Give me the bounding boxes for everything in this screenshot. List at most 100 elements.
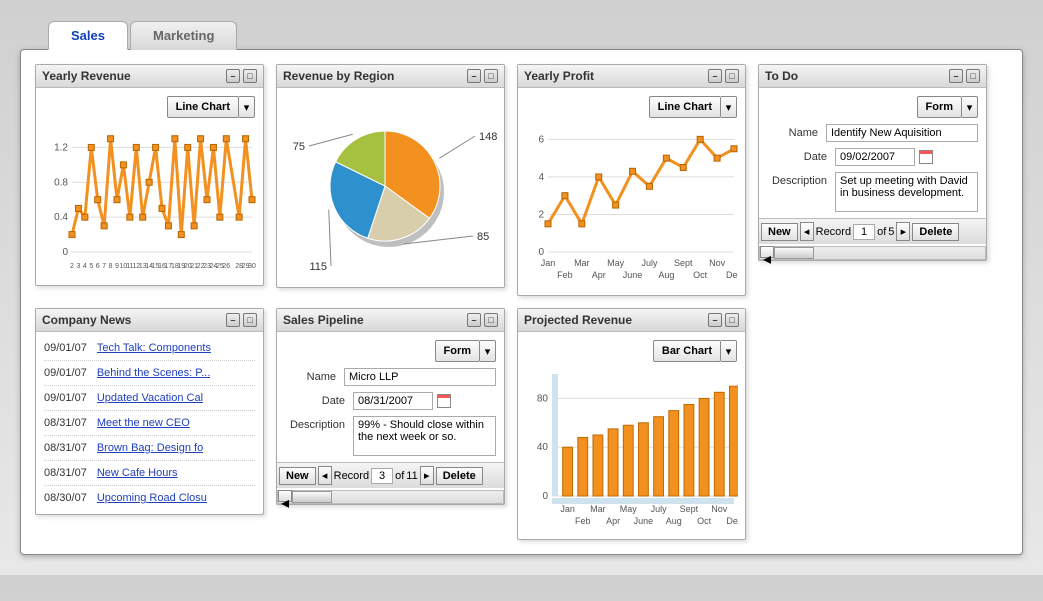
list-item: 08/30/07Upcoming Road Closu xyxy=(44,486,255,510)
svg-text:4: 4 xyxy=(83,263,87,270)
svg-text:4: 4 xyxy=(538,172,544,183)
chevron-down-icon[interactable]: ▾ xyxy=(962,96,978,118)
svg-text:Aug: Aug xyxy=(666,516,682,526)
new-button[interactable]: New xyxy=(279,467,316,485)
maximize-icon[interactable]: □ xyxy=(484,313,498,327)
svg-text:Dec: Dec xyxy=(726,516,738,526)
chevron-down-icon[interactable]: ▾ xyxy=(721,96,737,118)
delete-button[interactable]: Delete xyxy=(436,467,483,485)
news-link[interactable]: New Cafe Hours xyxy=(97,467,178,479)
prev-record-icon[interactable]: ◂ xyxy=(318,466,332,485)
chevron-down-icon[interactable]: ▾ xyxy=(239,96,255,118)
portlet-title: Revenue by Region xyxy=(283,69,394,83)
next-record-icon[interactable]: ▸ xyxy=(896,222,910,241)
svg-text:Sept: Sept xyxy=(674,258,693,268)
scroll-thumb[interactable] xyxy=(774,247,814,259)
news-link[interactable]: Upcoming Road Closu xyxy=(97,492,207,504)
scroll-left-icon[interactable]: ◂ xyxy=(760,246,774,258)
svg-text:June: June xyxy=(634,516,654,526)
svg-text:0.4: 0.4 xyxy=(54,212,68,223)
record-number-field[interactable] xyxy=(371,468,393,484)
svg-text:Mar: Mar xyxy=(590,504,606,514)
record-navbar: New ◂ Record of 11 ▸ Delete xyxy=(277,462,504,488)
svg-text:Nov: Nov xyxy=(711,504,728,514)
maximize-icon[interactable]: □ xyxy=(966,69,980,83)
tab-sales[interactable]: Sales xyxy=(48,21,128,50)
svg-text:July: July xyxy=(651,504,668,514)
tab-marketing[interactable]: Marketing xyxy=(130,21,237,50)
name-label: Name xyxy=(285,368,336,383)
minimize-icon[interactable]: – xyxy=(226,69,240,83)
maximize-icon[interactable]: □ xyxy=(243,313,257,327)
chart-type-button[interactable]: Line Chart xyxy=(649,96,721,118)
portlet-title: To Do xyxy=(765,69,798,83)
new-button[interactable]: New xyxy=(761,223,798,241)
record-total: 11 xyxy=(406,470,417,482)
svg-text:5: 5 xyxy=(89,263,93,270)
description-field[interactable] xyxy=(353,416,496,456)
svg-text:Apr: Apr xyxy=(592,270,606,280)
delete-button[interactable]: Delete xyxy=(912,223,959,241)
news-link[interactable]: Meet the new CEO xyxy=(97,417,190,429)
minimize-icon[interactable]: – xyxy=(708,69,722,83)
news-date: 08/31/07 xyxy=(44,442,87,454)
news-link[interactable]: Updated Vacation Cal xyxy=(97,392,203,404)
svg-text:0: 0 xyxy=(542,491,548,502)
news-link[interactable]: Tech Talk: Components xyxy=(97,342,211,354)
calendar-icon[interactable] xyxy=(437,394,451,408)
svg-text:July: July xyxy=(641,258,658,268)
minimize-icon[interactable]: – xyxy=(226,313,240,327)
record-number-field[interactable] xyxy=(853,224,875,240)
calendar-icon[interactable] xyxy=(919,150,933,164)
scrollbar[interactable]: ◂ xyxy=(277,490,504,504)
svg-text:Oct: Oct xyxy=(697,516,712,526)
next-record-icon[interactable]: ▸ xyxy=(420,466,434,485)
prev-record-icon[interactable]: ◂ xyxy=(800,222,814,241)
scrollbar[interactable]: ◂ xyxy=(759,246,986,260)
yearly-profit-chart: 0246JanFebMarAprMayJuneJulyAugSeptOctNov… xyxy=(526,124,738,284)
news-date: 09/01/07 xyxy=(44,342,87,354)
news-date: 08/31/07 xyxy=(44,417,87,429)
portlet-title: Yearly Revenue xyxy=(42,69,131,83)
chevron-down-icon[interactable]: ▾ xyxy=(480,340,496,362)
name-field[interactable] xyxy=(826,124,978,142)
svg-text:Mar: Mar xyxy=(574,258,590,268)
name-field[interactable] xyxy=(344,368,496,386)
scroll-left-icon[interactable]: ◂ xyxy=(278,490,292,502)
record-label: Record xyxy=(334,470,369,482)
chevron-down-icon[interactable]: ▾ xyxy=(721,340,737,362)
maximize-icon[interactable]: □ xyxy=(725,69,739,83)
scroll-thumb[interactable] xyxy=(292,491,332,503)
svg-text:Jan: Jan xyxy=(541,258,556,268)
date-field[interactable] xyxy=(835,148,915,166)
description-field[interactable] xyxy=(835,172,978,212)
svg-text:June: June xyxy=(623,270,643,280)
svg-text:85: 85 xyxy=(477,231,489,243)
name-label: Name xyxy=(767,124,818,139)
chart-type-button[interactable]: Line Chart xyxy=(167,96,239,118)
minimize-icon[interactable]: – xyxy=(467,313,481,327)
minimize-icon[interactable]: – xyxy=(467,69,481,83)
view-button[interactable]: Form xyxy=(917,96,963,118)
news-date: 08/31/07 xyxy=(44,467,87,479)
news-list: 09/01/07 Tech Talk: Components 09/01/07 Beh… xyxy=(36,332,263,514)
portlet-title: Projected Revenue xyxy=(524,313,632,327)
svg-text:148: 148 xyxy=(479,131,497,143)
svg-text:Jan: Jan xyxy=(560,504,575,514)
chart-type-button[interactable]: Bar Chart xyxy=(653,340,721,362)
minimize-icon[interactable]: – xyxy=(708,313,722,327)
view-button[interactable]: Form xyxy=(435,340,481,362)
maximize-icon[interactable]: □ xyxy=(725,313,739,327)
date-field[interactable] xyxy=(353,392,433,410)
minimize-icon[interactable]: – xyxy=(949,69,963,83)
news-link[interactable]: Brown Bag: Design fo xyxy=(97,442,203,454)
svg-text:Feb: Feb xyxy=(575,516,591,526)
maximize-icon[interactable]: □ xyxy=(243,69,257,83)
of-label: of xyxy=(395,470,404,482)
svg-text:26: 26 xyxy=(222,263,230,270)
maximize-icon[interactable]: □ xyxy=(484,69,498,83)
news-link[interactable]: Behind the Scenes: P... xyxy=(97,367,211,379)
portlet-company-news: Company News – □ 09/01/07Tech Talk: Comp… xyxy=(35,308,264,515)
svg-text:2: 2 xyxy=(70,263,74,270)
news-date: 09/01/07 xyxy=(44,367,87,379)
